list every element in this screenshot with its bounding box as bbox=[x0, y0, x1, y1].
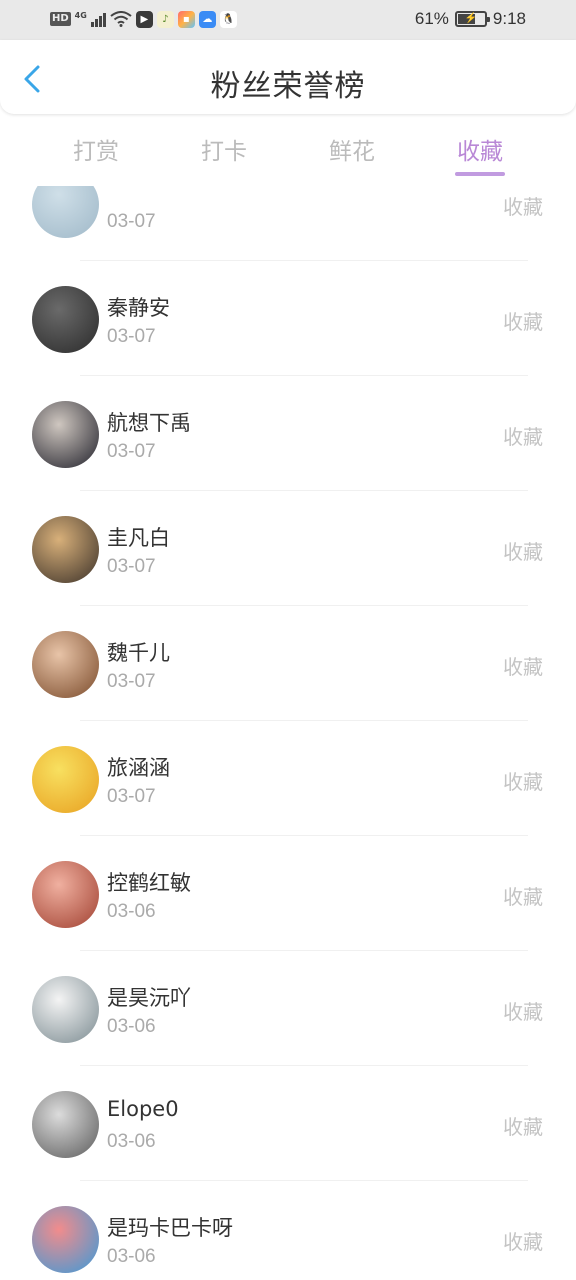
fan-name: Elope0 bbox=[107, 1097, 179, 1121]
list-item[interactable]: 航想下禹 03-07 收藏 bbox=[0, 376, 576, 491]
avatar[interactable] bbox=[32, 186, 99, 238]
list-item[interactable]: 圭凡白 03-07 收藏 bbox=[0, 491, 576, 606]
avatar[interactable] bbox=[32, 861, 99, 928]
fan-date: 03-07 bbox=[107, 556, 156, 577]
fan-date: 03-06 bbox=[107, 1131, 156, 1152]
hd-indicator: HD bbox=[50, 12, 71, 26]
fan-date: 03-06 bbox=[107, 901, 156, 922]
avatar[interactable] bbox=[32, 401, 99, 468]
status-icons-left: HD 4G ▶ ♪ ▪ ☁ 🐧 bbox=[50, 8, 237, 30]
avatar[interactable] bbox=[32, 631, 99, 698]
wifi-icon bbox=[110, 11, 132, 27]
fan-date: 03-06 bbox=[107, 1016, 156, 1037]
active-tab-indicator bbox=[455, 172, 505, 176]
fan-name: 是昊沅吖 bbox=[107, 986, 191, 1010]
list-item[interactable]: 是玛卡巴卡呀 03-06 收藏 bbox=[0, 1181, 576, 1280]
favorite-label: 收藏 bbox=[503, 1115, 543, 1139]
signal-icon bbox=[90, 11, 106, 27]
fan-name: 是玛卡巴卡呀 bbox=[107, 1216, 233, 1240]
cloud-icon: ☁ bbox=[198, 10, 216, 28]
status-bar: HD 4G ▶ ♪ ▪ ☁ 🐧 61% ⚡ 9:18 bbox=[0, 0, 576, 40]
list-item[interactable]: Elope0 03-06 收藏 bbox=[0, 1066, 576, 1181]
favorite-label: 收藏 bbox=[503, 310, 543, 334]
tab-bar: 打赏 打卡 鲜花 收藏 bbox=[0, 126, 576, 186]
clock: 9:18 bbox=[492, 9, 526, 28]
list-item[interactable]: 魏千儿 03-07 收藏 bbox=[0, 606, 576, 721]
avatar[interactable] bbox=[32, 1206, 99, 1273]
battery-percent: 61% bbox=[414, 9, 449, 28]
avatar[interactable] bbox=[32, 746, 99, 813]
favorite-label: 收藏 bbox=[503, 885, 543, 909]
fan-name: 圭凡白 bbox=[107, 526, 170, 550]
list-item[interactable]: 旅涵涵 03-07 收藏 bbox=[0, 721, 576, 836]
network-type: 4G bbox=[74, 10, 87, 20]
fan-name: 控鹤红敏 bbox=[107, 871, 191, 895]
favorite-label: 收藏 bbox=[503, 540, 543, 564]
fan-name: 魏千儿 bbox=[107, 641, 170, 665]
avatar[interactable] bbox=[32, 976, 99, 1043]
bilibili-icon: ▶ bbox=[135, 10, 153, 28]
fan-name: 秦静安 bbox=[107, 296, 170, 320]
favorite-label: 收藏 bbox=[503, 1230, 543, 1254]
header-bar: 粉丝荣誉榜 bbox=[0, 40, 576, 114]
fan-date: 03-07 bbox=[107, 671, 156, 692]
tab-favorites[interactable]: 收藏 bbox=[435, 132, 525, 166]
tab-checkin[interactable]: 打卡 bbox=[179, 132, 269, 166]
avatar[interactable] bbox=[32, 1091, 99, 1158]
fan-date: 03-07 bbox=[107, 441, 156, 462]
avatar[interactable] bbox=[32, 516, 99, 583]
favorite-label: 收藏 bbox=[503, 195, 543, 219]
list-item[interactable]: 是昊沅吖 03-06 收藏 bbox=[0, 951, 576, 1066]
list-item[interactable]: 控鹤红敏 03-06 收藏 bbox=[0, 836, 576, 951]
battery-icon: ⚡ bbox=[454, 11, 490, 27]
app-store-icon: ▪ bbox=[177, 10, 195, 28]
fan-name: 旅涵涵 bbox=[107, 756, 170, 780]
fan-date: 03-07 bbox=[107, 786, 156, 807]
fan-date: 03-06 bbox=[107, 1246, 156, 1267]
page-title: 粉丝荣誉榜 bbox=[210, 69, 366, 104]
tab-reward[interactable]: 打赏 bbox=[51, 132, 141, 166]
favorite-label: 收藏 bbox=[503, 425, 543, 449]
list-item[interactable]: 秦静安 03-07 收藏 bbox=[0, 261, 576, 376]
fan-name: 航想下禹 bbox=[107, 411, 191, 435]
status-icons-right: 61% ⚡ 9:18 bbox=[415, 8, 526, 30]
favorite-label: 收藏 bbox=[503, 1000, 543, 1024]
fan-date: 03-07 bbox=[107, 211, 156, 232]
fan-date: 03-07 bbox=[107, 326, 156, 347]
qq-icon: 🐧 bbox=[219, 10, 237, 28]
favorite-label: 收藏 bbox=[503, 770, 543, 794]
fan-list[interactable]: 03-07 收藏 秦静安 03-07 收藏 航想下禹 03-07 收藏 圭凡白 03-07 收藏 魏千… bbox=[0, 186, 576, 1280]
qq-music-icon: ♪ bbox=[156, 10, 174, 28]
favorite-label: 收藏 bbox=[503, 655, 543, 679]
list-item[interactable]: 03-07 收藏 bbox=[0, 186, 576, 261]
avatar[interactable] bbox=[32, 286, 99, 353]
tab-flowers[interactable]: 鲜花 bbox=[307, 132, 397, 166]
